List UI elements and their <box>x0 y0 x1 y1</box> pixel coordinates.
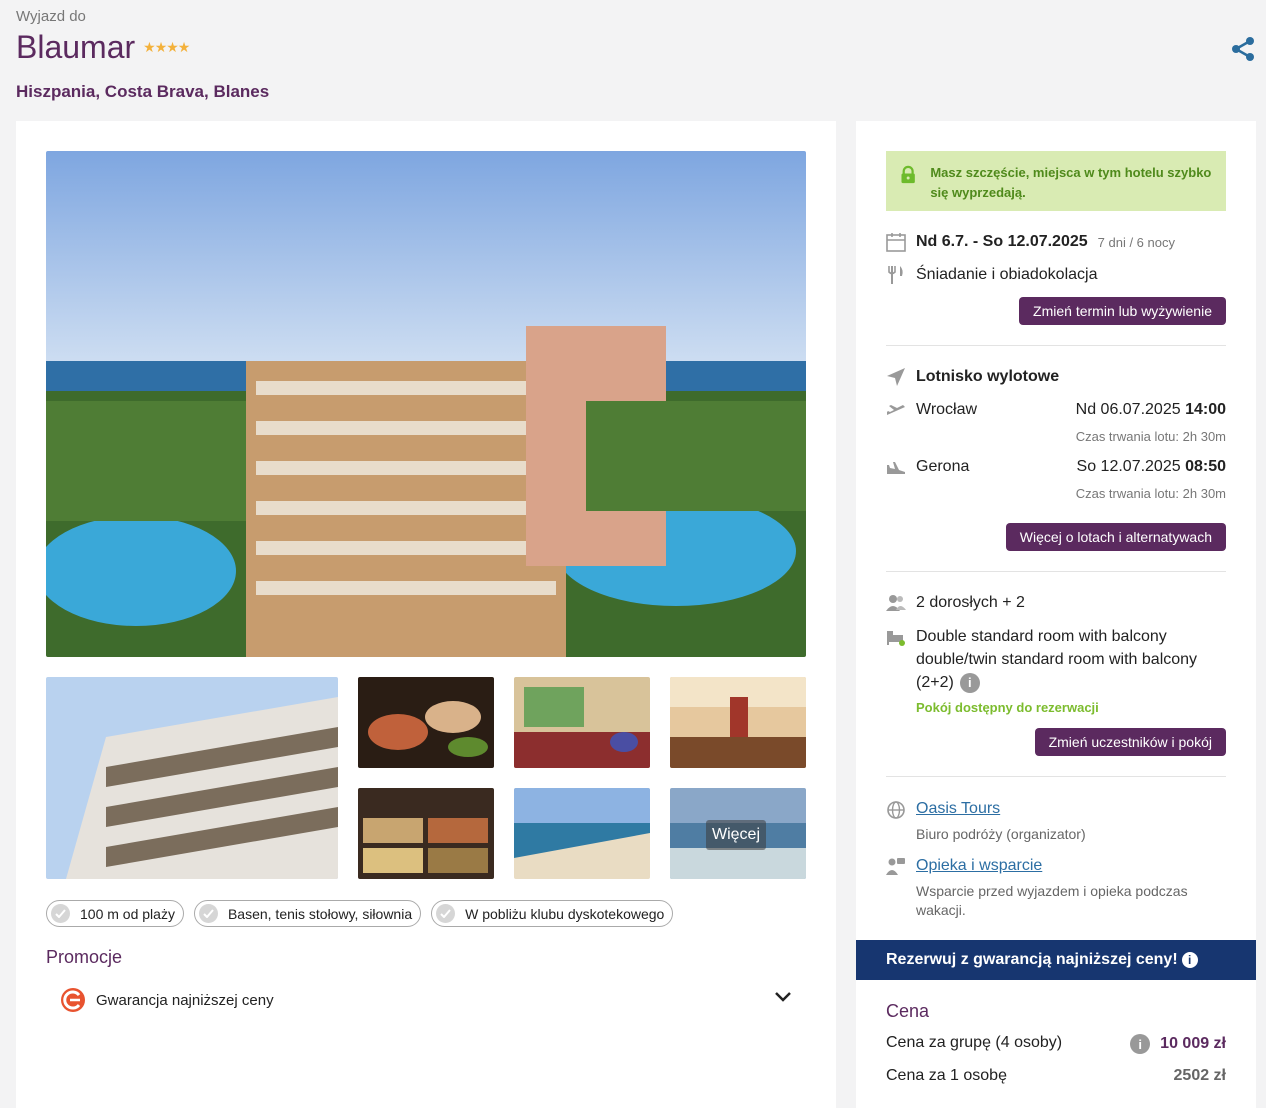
support-description: Wsparcie przed wyjazdem i opieka podczas… <box>916 883 1188 918</box>
guarantee-text: Rezerwuj z gwarancją najniższej ceny! <box>886 951 1178 968</box>
person-price-value: 2502 zł <box>1173 1067 1226 1084</box>
alert-text: Masz szczęście, miejsca w tym hotelu szy… <box>930 165 1212 200</box>
feature-chip: Basen, tenis stołowy, siłownia <box>193 900 422 927</box>
price-guarantee-bar: Rezerwuj z gwarancją najniższej ceny! i <box>856 940 1256 980</box>
person-price-row: Cena za 1 osobę 2502 zł <box>886 1067 1226 1089</box>
check-icon <box>436 904 456 923</box>
departure-airport-title: Lotnisko wylotowe <box>886 367 1059 387</box>
group-price-row: Cena za grupę (4 osoby) i 10 009 zł <box>886 1034 1226 1056</box>
hotel-features: 100 m od plaży Basen, tenis stołowy, sił… <box>46 900 674 927</box>
gallery-thumb-lounge[interactable] <box>514 677 650 768</box>
title-row: Blaumar ★★★★ <box>16 29 1256 66</box>
board-type: Śniadanie i obiadokolacja <box>886 265 1097 285</box>
organizer-link-wrap: Oasis Tours <box>916 800 1000 818</box>
feature-chip: W pobliżu klubu dyskotekowego <box>431 900 674 927</box>
hotel-gallery-card: Więcej 100 m od plaży Basen, tenis stoło… <box>16 121 836 1108</box>
organizer-description: Biuro podróży (organizator) <box>916 826 1086 842</box>
page-title: Blaumar <box>16 29 136 65</box>
gallery-thumb-food[interactable] <box>358 677 494 768</box>
hotel-location: Hiszpania, Costa Brava, Blanes <box>16 82 270 101</box>
feature-label: 100 m od plaży <box>80 905 175 922</box>
date-range: Nd 6.7. - So 12.07.2025 <box>916 233 1088 250</box>
departure-city: Wrocław <box>916 401 978 418</box>
board-label: Śniadanie i obiadokolacja <box>916 266 1098 283</box>
trip-length: 7 dni / 6 nocy <box>1097 234 1175 250</box>
change-dates-button[interactable]: Zmień termin lub wyżywienie <box>1019 297 1226 325</box>
info-icon[interactable]: i <box>959 672 980 693</box>
price-title: Cena <box>886 1001 930 1021</box>
promotion-accordion[interactable]: Gwarancja najniższej ceny <box>60 987 792 1013</box>
globe-icon <box>887 801 905 819</box>
calendar-icon <box>886 233 906 252</box>
page-kicker: Wyjazd do <box>16 8 86 25</box>
room-line: double/twin standard room with balcony <box>916 651 1198 668</box>
share-icon[interactable] <box>1230 36 1256 62</box>
room-description: Double standard room with balcony double… <box>916 625 1226 694</box>
support-link[interactable]: Opieka i wsparcie <box>916 857 1042 874</box>
flight-duration: Czas trwania lotu: 2h 30m <box>1075 429 1226 444</box>
divider <box>886 571 1226 572</box>
return-date: So 12.07.2025 <box>1076 458 1181 475</box>
room-line: Double standard room with balcony <box>916 628 1167 645</box>
booking-summary-card: Masz szczęście, miejsca w tym hotelu szy… <box>856 121 1256 1108</box>
promotions-title: Promocje <box>46 947 123 967</box>
promotion-label: Gwarancja najniższej ceny <box>96 991 274 1009</box>
gallery-thumb-more[interactable]: Więcej <box>670 788 806 879</box>
travellers-row: 2 dorosłych + 2 <box>886 593 1025 613</box>
star-rating: ★★★★ <box>143 39 190 55</box>
navigation-arrow-icon <box>887 368 905 386</box>
group-price-label: Cena za grupę (4 osoby) <box>886 1034 1063 1051</box>
people-icon <box>886 595 906 611</box>
return-datetime: So 12.07.2025 08:50 <box>1077 458 1226 476</box>
organizer-link[interactable]: Oasis Tours <box>916 800 1000 817</box>
departure-time: 14:00 <box>1185 401 1226 418</box>
return-city: Gerona <box>916 458 970 475</box>
return-time: 08:50 <box>1185 458 1226 475</box>
return-flight: Gerona So 12.07.2025 08:50 Czas trwania … <box>886 458 1226 506</box>
change-room-button[interactable]: Zmień uczestników i pokój <box>1034 728 1226 756</box>
flight-duration: Czas trwania lotu: 2h 30m <box>1075 486 1226 501</box>
gallery-thumb-facade[interactable] <box>46 677 338 879</box>
airport-title: Lotnisko wylotowe <box>916 368 1060 385</box>
divider <box>886 776 1226 777</box>
feature-label: Basen, tenis stołowy, siłownia <box>227 905 413 922</box>
divider <box>886 345 1226 346</box>
main-hotel-photo[interactable] <box>46 151 806 657</box>
support-icon <box>886 858 905 875</box>
feature-label: W pobliżu klubu dyskotekowego <box>465 905 665 922</box>
chevron-down-icon[interactable] <box>774 991 792 1003</box>
departure-date: Nd 06.07.2025 <box>1075 401 1181 418</box>
person-price-label: Cena za 1 osobę <box>886 1067 1007 1084</box>
gallery-thumb-beach[interactable] <box>514 788 650 879</box>
room-line-3: (2+2) i <box>916 671 1226 694</box>
info-icon[interactable]: i <box>1181 952 1198 968</box>
travel-dates: Nd 6.7. - So 12.07.2025 7 dni / 6 nocy <box>886 232 1175 252</box>
check-icon <box>51 904 70 923</box>
plane-landing-icon <box>887 462 905 474</box>
check-icon <box>198 904 218 923</box>
price-guarantee-icon <box>61 988 85 1012</box>
lock-icon <box>901 165 915 184</box>
feature-chip: 100 m od plaży <box>46 900 184 927</box>
more-flights-button[interactable]: Więcej o lotach i alternatywach <box>1005 523 1226 551</box>
outbound-flight: Wrocław Nd 06.07.2025 14:00 Czas trwania… <box>886 401 1226 449</box>
gallery-thumb-buffet[interactable] <box>358 788 494 879</box>
group-price-value-wrap: i 10 009 zł <box>1130 1034 1226 1054</box>
gallery-more-label[interactable]: Więcej <box>705 820 766 850</box>
cutlery-icon <box>888 266 903 284</box>
room-occupancy: (2+2) <box>916 674 954 691</box>
plane-takeoff-icon <box>887 405 905 415</box>
room-availability: Pokój dostępny do rezerwacji <box>916 700 1099 715</box>
group-price-value: 10 009 zł <box>1160 1035 1226 1052</box>
info-icon[interactable]: i <box>1130 1034 1151 1054</box>
page-header: Wyjazd do Blaumar ★★★★ Hiszpania, Costa … <box>16 8 1256 108</box>
gallery-thumb-reception[interactable] <box>670 677 806 768</box>
support-link-wrap: Opieka i wsparcie <box>916 857 1042 875</box>
departure-datetime: Nd 06.07.2025 14:00 <box>1076 401 1226 419</box>
availability-alert: Masz szczęście, miejsca w tym hotelu szy… <box>886 151 1226 211</box>
travellers-count: 2 dorosłych + 2 <box>916 594 1025 611</box>
bed-icon <box>887 631 905 646</box>
